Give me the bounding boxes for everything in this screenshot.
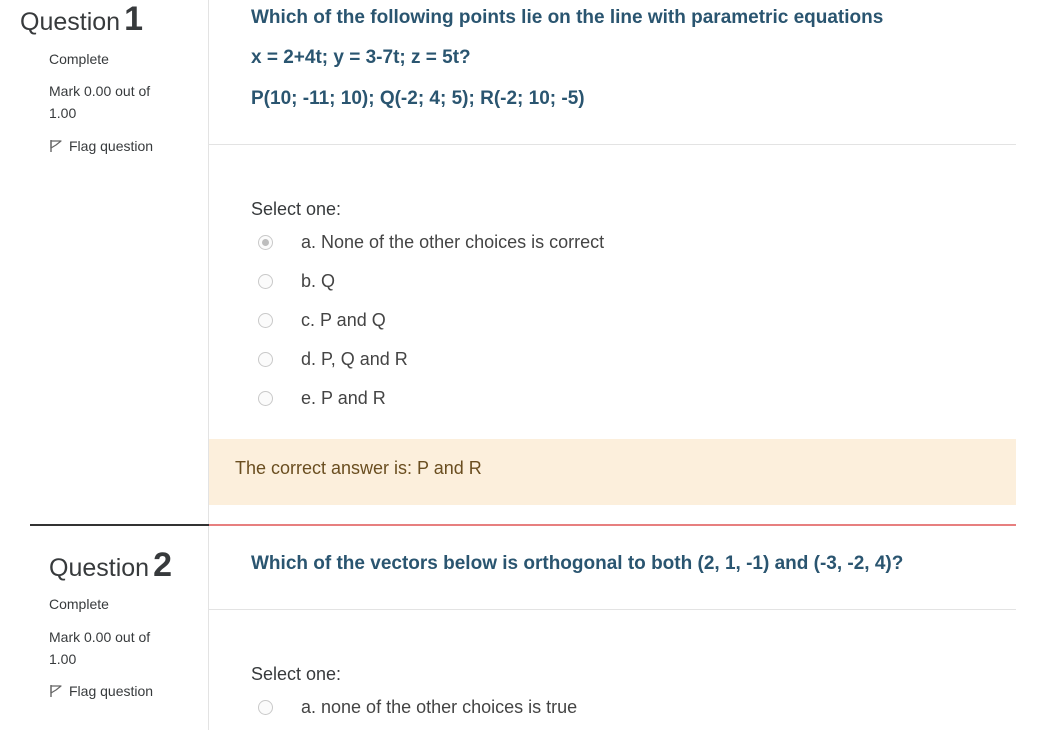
radio-button[interactable] xyxy=(258,391,273,406)
select-one-prompt: Select one: xyxy=(251,664,342,684)
question-separator-accent xyxy=(209,524,1016,526)
correct-answer-feedback: The correct answer is: P and R xyxy=(209,439,1016,505)
flag-question-label: Flag question xyxy=(69,138,154,154)
flag-question-label: Flag question xyxy=(69,683,154,699)
question-number-value: 1 xyxy=(124,0,143,38)
answer-option-d[interactable]: d. P, Q and R xyxy=(251,349,671,373)
question-number-value: 2 xyxy=(153,546,172,584)
question-grade: Mark 0.00 out of 1.00 xyxy=(49,83,151,121)
formulation-divider xyxy=(209,609,1016,610)
answer-option-e[interactable]: e. P and R xyxy=(251,388,671,412)
flag-question-button[interactable]: Flag question xyxy=(49,683,153,699)
answer-option-label: c. P and Q xyxy=(301,310,386,330)
question-state: Complete xyxy=(49,51,109,67)
select-one-prompt: Select one: xyxy=(251,199,342,219)
answer-option-c[interactable]: c. P and Q xyxy=(251,310,671,334)
question-number: Question 1 xyxy=(20,0,143,39)
answer-option-label: a. None of the other choices is correct xyxy=(301,232,605,252)
answer-option-label: e. P and R xyxy=(301,388,386,408)
answer-option-label: a. none of the other choices is true xyxy=(301,697,578,717)
radio-button-checked[interactable] xyxy=(258,235,273,250)
radio-button[interactable] xyxy=(258,352,273,367)
answer-option-a[interactable]: a. none of the other choices is true xyxy=(251,697,671,721)
answer-option-a[interactable]: a. None of the other choices is correct xyxy=(251,232,671,256)
answer-option-label: b. Q xyxy=(301,271,336,291)
flag-icon xyxy=(50,140,62,152)
question-label: Question xyxy=(49,554,150,582)
flag-icon xyxy=(50,685,62,697)
question-text-line: Which of the vectors below is orthogonal… xyxy=(251,553,904,574)
radio-button[interactable] xyxy=(258,274,273,289)
radio-button[interactable] xyxy=(258,700,273,715)
answer-option-label: d. P, Q and R xyxy=(301,349,408,369)
question-number: Question 2 xyxy=(49,546,172,585)
correct-answer-text: The correct answer is: P and R xyxy=(235,458,482,478)
question-text-line: Which of the following points lie on the… xyxy=(251,7,884,28)
question-text-line: x = 2+4t; y = 3-7t; z = 5t? xyxy=(251,47,471,68)
question-divider xyxy=(208,526,209,730)
question-separator xyxy=(30,524,209,526)
question-text-line: P(10; -11; 10); Q(-2; 4; 5); R(-2; 10; -… xyxy=(251,88,585,109)
question-state: Complete xyxy=(49,596,109,612)
radio-button[interactable] xyxy=(258,313,273,328)
question-label: Question xyxy=(20,8,121,36)
answer-option-b[interactable]: b. Q xyxy=(251,271,671,295)
quiz-review-page: Question 1 Complete Mark 0.00 out of 1.00… xyxy=(0,0,1043,730)
formulation-divider xyxy=(209,144,1016,145)
flag-question-button[interactable]: Flag question xyxy=(49,138,153,154)
question-grade: Mark 0.00 out of 1.00 xyxy=(49,629,151,667)
